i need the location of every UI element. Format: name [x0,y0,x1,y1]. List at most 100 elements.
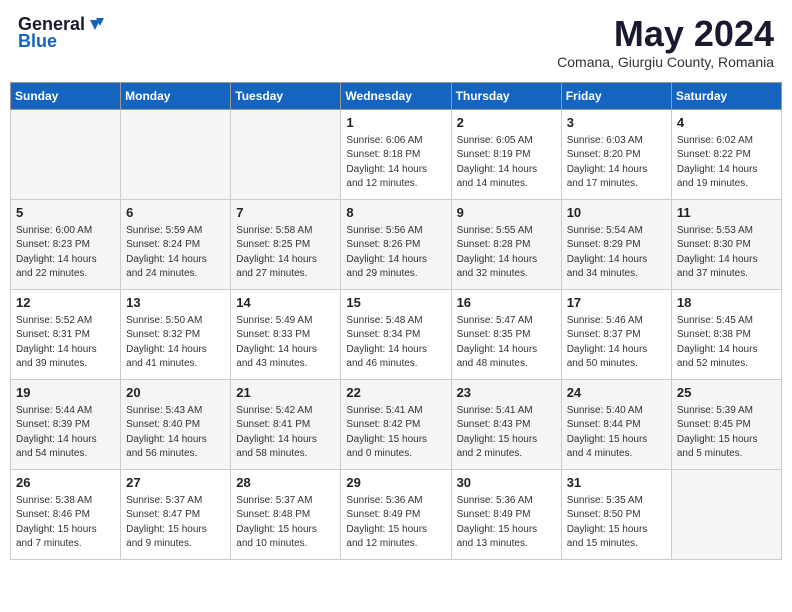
day-info: Sunrise: 5:36 AM Sunset: 8:49 PM Dayligh… [457,494,556,552]
week-row-1: 1 Sunrise: 6:06 AM Sunset: 8:18 PM Daylig… [11,109,782,199]
day-number: 12 [16,294,115,312]
day-number: 21 [236,384,335,402]
day-info: Sunrise: 6:03 AM Sunset: 8:20 PM Dayligh… [567,134,666,192]
day-info: Sunrise: 6:05 AM Sunset: 8:19 PM Dayligh… [457,134,556,192]
day-number: 10 [567,204,666,222]
calendar-cell: 9 Sunrise: 5:55 AM Sunset: 8:28 PM Daylig… [451,199,561,289]
page-header: General Blue May 2024 Comana, Giurgiu Co… [10,10,782,74]
day-info: Sunrise: 5:48 AM Sunset: 8:34 PM Dayligh… [346,314,445,372]
day-number: 28 [236,474,335,492]
day-info: Sunrise: 5:35 AM Sunset: 8:50 PM Dayligh… [567,494,666,552]
weekday-header-monday: Monday [121,82,231,109]
day-info: Sunrise: 6:06 AM Sunset: 8:18 PM Dayligh… [346,134,445,192]
calendar-cell: 18 Sunrise: 5:45 AM Sunset: 8:38 PM Dayli… [671,289,781,379]
day-number: 13 [126,294,225,312]
calendar-cell: 7Sunrise: 5:58 AM Sunset: 8:25 PM Daylig… [231,199,341,289]
day-number: 19 [16,384,115,402]
day-number: 14 [236,294,335,312]
day-info: Sunrise: 5:39 AM Sunset: 8:45 PM Dayligh… [677,404,776,462]
calendar-cell [121,109,231,199]
day-number: 3 [567,114,666,132]
day-number: 15 [346,294,445,312]
calendar-cell: 4 Sunrise: 6:02 AM Sunset: 8:22 PM Daylig… [671,109,781,199]
day-number: 16 [457,294,556,312]
day-info: Sunrise: 5:50 AM Sunset: 8:32 PM Dayligh… [126,314,225,372]
calendar-cell: 19 Sunrise: 5:44 AM Sunset: 8:39 PM Dayli… [11,379,121,469]
calendar-cell: 1 Sunrise: 6:06 AM Sunset: 8:18 PM Daylig… [341,109,451,199]
day-info: Sunrise: 5:42 AM Sunset: 8:41 PM Dayligh… [236,404,335,462]
month-title: May 2024 [557,14,774,54]
day-number: 11 [677,204,776,222]
weekday-header-thursday: Thursday [451,82,561,109]
title-area: May 2024 Comana, Giurgiu County, Romania [557,14,774,70]
calendar-cell: 12 Sunrise: 5:52 AM Sunset: 8:31 PM Dayli… [11,289,121,379]
day-number: 8 [346,204,445,222]
day-info: Sunrise: 5:53 AM Sunset: 8:30 PM Dayligh… [677,224,776,282]
calendar-cell: 23Sunrise: 5:41 AM Sunset: 8:43 PM Dayli… [451,379,561,469]
day-number: 9 [457,204,556,222]
day-number: 26 [16,474,115,492]
calendar-cell: 26 Sunrise: 5:38 AM Sunset: 8:46 PM Dayli… [11,469,121,559]
calendar-cell: 17Sunrise: 5:46 AM Sunset: 8:37 PM Dayli… [561,289,671,379]
calendar-cell: 27 Sunrise: 5:37 AM Sunset: 8:47 PM Dayli… [121,469,231,559]
day-info: Sunrise: 5:54 AM Sunset: 8:29 PM Dayligh… [567,224,666,282]
calendar-cell: 29 Sunrise: 5:36 AM Sunset: 8:49 PM Dayli… [341,469,451,559]
day-info: Sunrise: 5:49 AM Sunset: 8:33 PM Dayligh… [236,314,335,372]
day-number: 6 [126,204,225,222]
week-row-3: 12 Sunrise: 5:52 AM Sunset: 8:31 PM Dayli… [11,289,782,379]
day-info: Sunrise: 5:41 AM Sunset: 8:42 PM Dayligh… [346,404,445,462]
calendar-table: SundayMondayTuesdayWednesdayThursdayFrid… [10,82,782,560]
day-number: 22 [346,384,445,402]
day-info: Sunrise: 5:59 AM Sunset: 8:24 PM Dayligh… [126,224,225,282]
day-info: Sunrise: 5:47 AM Sunset: 8:35 PM Dayligh… [457,314,556,372]
day-number: 23 [457,384,556,402]
weekday-header-saturday: Saturday [671,82,781,109]
weekday-header-friday: Friday [561,82,671,109]
day-info: Sunrise: 5:55 AM Sunset: 8:28 PM Dayligh… [457,224,556,282]
day-number: 5 [16,204,115,222]
day-number: 1 [346,114,445,132]
calendar-cell: 13 Sunrise: 5:50 AM Sunset: 8:32 PM Dayli… [121,289,231,379]
calendar-cell: 6 Sunrise: 5:59 AM Sunset: 8:24 PM Daylig… [121,199,231,289]
calendar-cell: 30Sunrise: 5:36 AM Sunset: 8:49 PM Dayli… [451,469,561,559]
day-number: 29 [346,474,445,492]
day-number: 2 [457,114,556,132]
day-info: Sunrise: 6:02 AM Sunset: 8:22 PM Dayligh… [677,134,776,192]
day-info: Sunrise: 5:45 AM Sunset: 8:38 PM Dayligh… [677,314,776,372]
day-number: 4 [677,114,776,132]
day-info: Sunrise: 5:36 AM Sunset: 8:49 PM Dayligh… [346,494,445,552]
calendar-cell: 3 Sunrise: 6:03 AM Sunset: 8:20 PM Daylig… [561,109,671,199]
weekday-header-sunday: Sunday [11,82,121,109]
calendar-cell: 8Sunrise: 5:56 AM Sunset: 8:26 PM Daylig… [341,199,451,289]
calendar-cell [671,469,781,559]
day-info: Sunrise: 5:52 AM Sunset: 8:31 PM Dayligh… [16,314,115,372]
calendar-cell: 24 Sunrise: 5:40 AM Sunset: 8:44 PM Dayli… [561,379,671,469]
day-info: Sunrise: 5:37 AM Sunset: 8:47 PM Dayligh… [126,494,225,552]
day-number: 18 [677,294,776,312]
calendar-cell: 15 Sunrise: 5:48 AM Sunset: 8:34 PM Dayli… [341,289,451,379]
day-info: Sunrise: 5:38 AM Sunset: 8:46 PM Dayligh… [16,494,115,552]
week-row-2: 5 Sunrise: 6:00 AM Sunset: 8:23 PM Daylig… [11,199,782,289]
calendar-cell: 16 Sunrise: 5:47 AM Sunset: 8:35 PM Dayli… [451,289,561,379]
logo: General Blue [18,14,104,52]
calendar-cell: 11 Sunrise: 5:53 AM Sunset: 8:30 PM Dayli… [671,199,781,289]
day-number: 27 [126,474,225,492]
day-number: 24 [567,384,666,402]
weekday-header-wednesday: Wednesday [341,82,451,109]
day-info: Sunrise: 5:37 AM Sunset: 8:48 PM Dayligh… [236,494,335,552]
calendar-cell: 20Sunrise: 5:43 AM Sunset: 8:40 PM Dayli… [121,379,231,469]
day-info: Sunrise: 6:00 AM Sunset: 8:23 PM Dayligh… [16,224,115,282]
calendar-cell: 28 Sunrise: 5:37 AM Sunset: 8:48 PM Dayli… [231,469,341,559]
day-info: Sunrise: 5:44 AM Sunset: 8:39 PM Dayligh… [16,404,115,462]
calendar-cell: 10 Sunrise: 5:54 AM Sunset: 8:29 PM Dayli… [561,199,671,289]
day-number: 7 [236,204,335,222]
day-number: 25 [677,384,776,402]
logo-blue-text: Blue [18,31,57,52]
calendar-cell [231,109,341,199]
location-text: Comana, Giurgiu County, Romania [557,54,774,70]
day-number: 20 [126,384,225,402]
calendar-cell [11,109,121,199]
day-info: Sunrise: 5:40 AM Sunset: 8:44 PM Dayligh… [567,404,666,462]
calendar-cell: 5 Sunrise: 6:00 AM Sunset: 8:23 PM Daylig… [11,199,121,289]
day-number: 17 [567,294,666,312]
